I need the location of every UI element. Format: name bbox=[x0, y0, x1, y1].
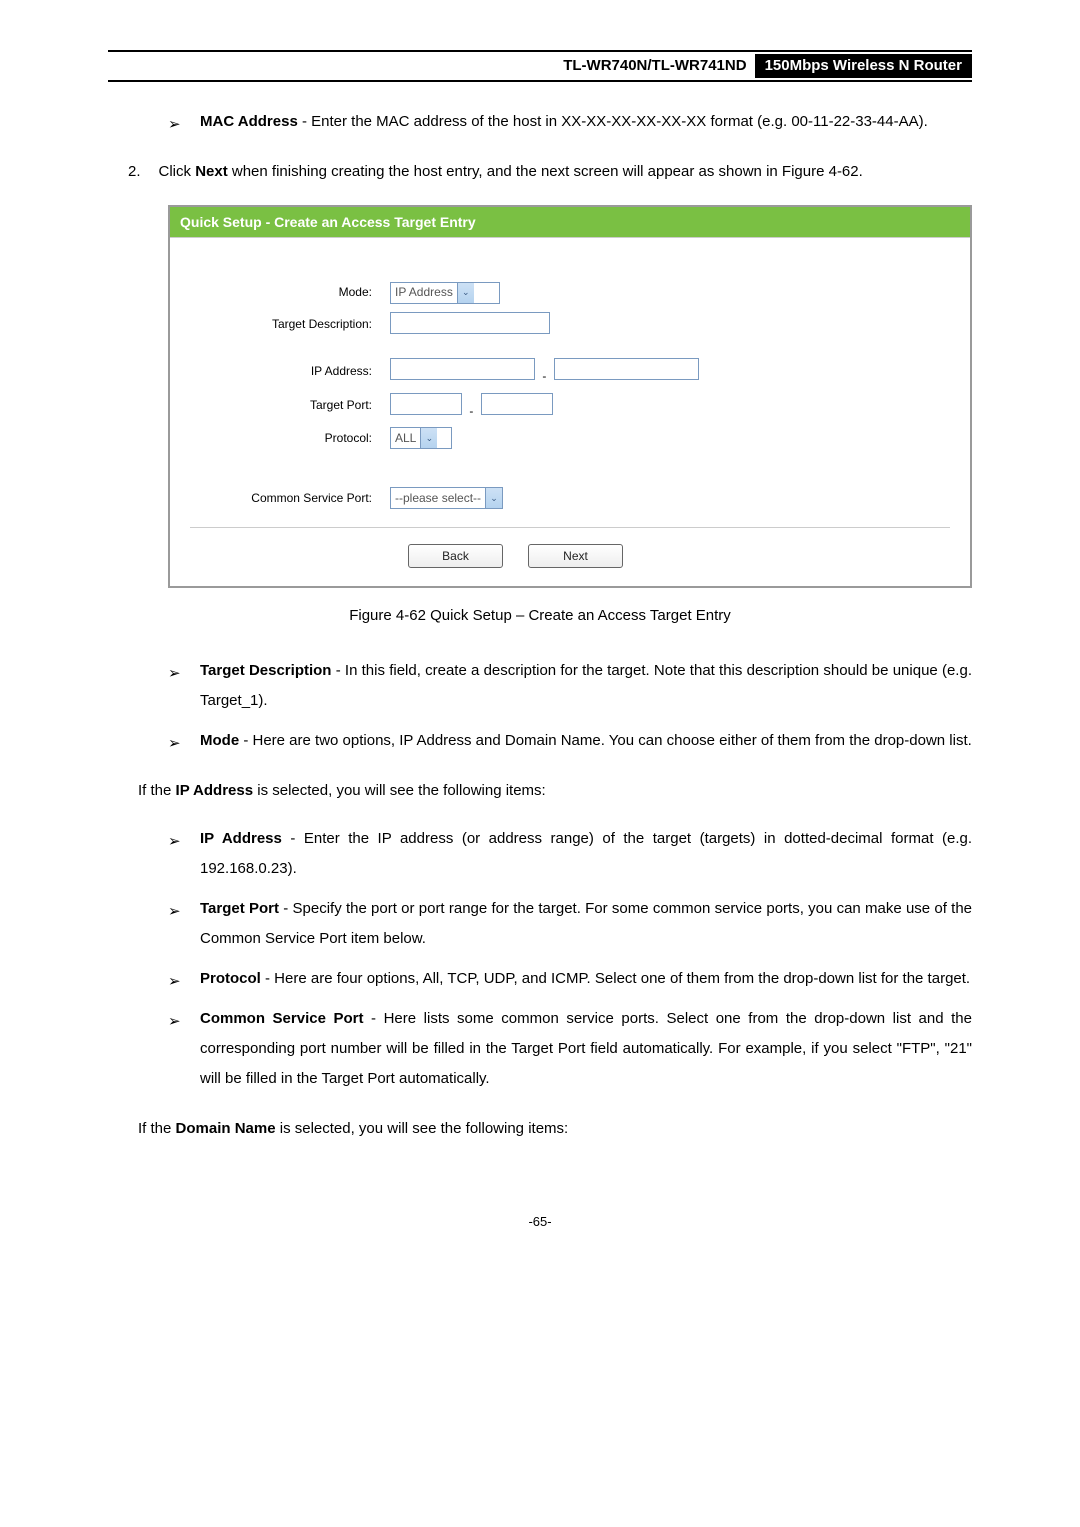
list-item: ➢ Protocol - Here are four options, All,… bbox=[168, 964, 972, 994]
item-body: Target Description - In this field, crea… bbox=[200, 662, 972, 709]
list-item: ➢ Target Port - Specify the port or port… bbox=[168, 894, 972, 954]
bullet-list-ipitems: ➢ IP Address - Enter the IP address (or … bbox=[168, 824, 972, 1094]
page-number: -65- bbox=[108, 1214, 972, 1231]
target-port-to-input[interactable] bbox=[481, 393, 553, 415]
item-body: Common Service Port - Here lists some co… bbox=[200, 1010, 972, 1087]
protocol-select[interactable]: ALL ⌄ bbox=[390, 427, 452, 449]
item-body: Mode - Here are two options, IP Address … bbox=[200, 732, 972, 749]
item-text: - Enter the IP address (or address range… bbox=[200, 830, 972, 877]
item-label: IP Address bbox=[200, 830, 282, 847]
item-text: - Here are two options, IP Address and D… bbox=[239, 732, 972, 749]
target-description-input[interactable] bbox=[390, 312, 550, 334]
protocol-select-value: ALL bbox=[395, 431, 416, 447]
arrow-icon: ➢ bbox=[168, 659, 181, 689]
back-button[interactable]: Back bbox=[408, 544, 503, 568]
item-text: - Specify the port or port range for the… bbox=[200, 900, 972, 947]
list-item: ➢ MAC Address - Enter the MAC address of… bbox=[168, 107, 972, 137]
figure-container: Quick Setup - Create an Access Target En… bbox=[168, 205, 972, 589]
arrow-icon: ➢ bbox=[168, 827, 181, 857]
label-target-description: Target Description: bbox=[190, 317, 390, 333]
chevron-down-icon: ⌄ bbox=[485, 488, 502, 508]
numbered-step: 2. Click Next when finishing creating th… bbox=[128, 157, 972, 187]
ip-address-to-input[interactable] bbox=[554, 358, 699, 380]
common-service-port-value: --please select-- bbox=[395, 491, 481, 507]
item-label: Protocol bbox=[200, 970, 261, 987]
range-separator: - bbox=[542, 369, 546, 385]
next-button[interactable]: Next bbox=[528, 544, 623, 568]
bullet-list-mac: ➢ MAC Address - Enter the MAC address of… bbox=[168, 107, 972, 137]
chevron-down-icon: ⌄ bbox=[457, 283, 474, 303]
item-label: MAC Address bbox=[200, 113, 298, 130]
arrow-icon: ➢ bbox=[168, 110, 181, 140]
label-target-port: Target Port: bbox=[190, 398, 390, 414]
divider bbox=[190, 527, 950, 528]
figure-caption: Figure 4-62 Quick Setup – Create an Acce… bbox=[108, 606, 972, 626]
figure-title: Quick Setup - Create an Access Target En… bbox=[170, 207, 970, 237]
step-body: Click Next when finishing creating the h… bbox=[159, 157, 972, 187]
item-body: Protocol - Here are four options, All, T… bbox=[200, 970, 970, 987]
figure-quick-setup: Quick Setup - Create an Access Target En… bbox=[168, 205, 972, 589]
step-number: 2. bbox=[128, 157, 141, 187]
label-protocol: Protocol: bbox=[190, 431, 390, 447]
list-item: ➢ Common Service Port - Here lists some … bbox=[168, 1004, 972, 1094]
item-body: Target Port - Specify the port or port r… bbox=[200, 900, 972, 947]
item-body: IP Address - Enter the IP address (or ad… bbox=[200, 830, 972, 877]
arrow-icon: ➢ bbox=[168, 967, 181, 997]
chevron-down-icon: ⌄ bbox=[420, 428, 437, 448]
mode-select-value: IP Address bbox=[395, 285, 453, 301]
target-port-from-input[interactable] bbox=[390, 393, 462, 415]
arrow-icon: ➢ bbox=[168, 729, 181, 759]
list-item: ➢ Target Description - In this field, cr… bbox=[168, 656, 972, 716]
item-label: Mode bbox=[200, 732, 239, 749]
label-mode: Mode: bbox=[190, 285, 390, 301]
arrow-icon: ➢ bbox=[168, 1007, 181, 1037]
item-text: - Enter the MAC address of the host in X… bbox=[302, 113, 928, 130]
header-model: TL-WR740N/TL-WR741ND bbox=[555, 54, 754, 78]
list-item: ➢ IP Address - Enter the IP address (or … bbox=[168, 824, 972, 884]
ip-address-from-input[interactable] bbox=[390, 358, 535, 380]
page-header: TL-WR740N/TL-WR741ND 150Mbps Wireless N … bbox=[108, 50, 972, 82]
item-label: Target Port bbox=[200, 900, 279, 917]
list-item: ➢ Mode - Here are two options, IP Addres… bbox=[168, 726, 972, 756]
item-label: Common Service Port bbox=[200, 1010, 363, 1027]
arrow-icon: ➢ bbox=[168, 897, 181, 927]
bullet-list-desc: ➢ Target Description - In this field, cr… bbox=[168, 656, 972, 756]
label-common-service-port: Common Service Port: bbox=[190, 491, 390, 507]
range-separator: - bbox=[469, 404, 473, 420]
header-description: 150Mbps Wireless N Router bbox=[755, 54, 972, 78]
item-text: - Here are four options, All, TCP, UDP, … bbox=[261, 970, 970, 987]
para-if-ip: If the IP Address is selected, you will … bbox=[138, 776, 972, 806]
common-service-port-select[interactable]: --please select-- ⌄ bbox=[390, 487, 503, 509]
mode-select[interactable]: IP Address ⌄ bbox=[390, 282, 500, 304]
label-ip-address: IP Address: bbox=[190, 364, 390, 380]
para-if-domain: If the Domain Name is selected, you will… bbox=[138, 1114, 972, 1144]
item-label: Target Description bbox=[200, 662, 331, 679]
item-body: MAC Address - Enter the MAC address of t… bbox=[200, 113, 928, 130]
